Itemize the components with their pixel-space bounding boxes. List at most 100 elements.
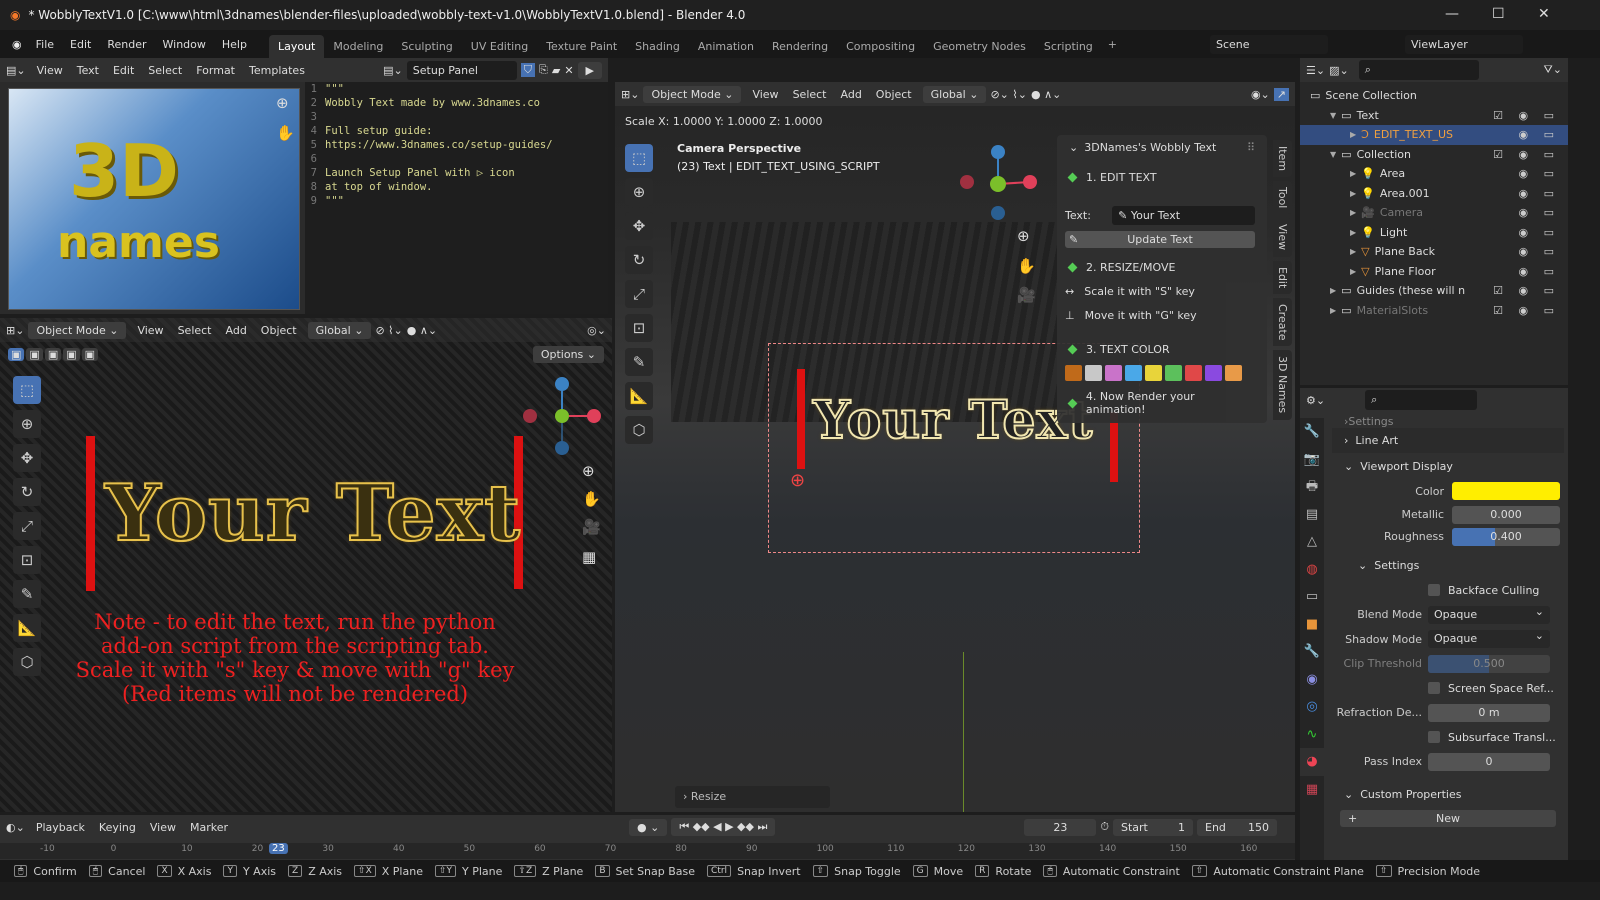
tab-compositing[interactable]: Compositing xyxy=(837,35,924,58)
menu-window[interactable]: Window xyxy=(155,38,214,51)
pass-index-field[interactable]: 0 xyxy=(1428,752,1550,771)
editor-type-icon[interactable]: ☰⌄ xyxy=(1306,64,1325,77)
current-frame-field[interactable]: 23 xyxy=(1024,818,1097,836)
outliner-item[interactable]: ▶ 💡 Area.001 ◉ ▭ xyxy=(1300,184,1568,204)
view-layer-selector[interactable]: ViewLayer xyxy=(1405,34,1523,54)
color-swatch-6[interactable] xyxy=(1185,365,1202,381)
world-tab-icon[interactable]: ◍ xyxy=(1300,556,1324,584)
rotate-tool[interactable]: ↻ xyxy=(625,246,653,274)
particles-tab-icon[interactable]: ◉ xyxy=(1300,666,1324,694)
text-file-selector[interactable]: Setup Panel xyxy=(406,60,517,80)
menu-add[interactable]: Add xyxy=(219,324,254,337)
left-viewport[interactable]: ⊞⌄ Object Mode ⌄ View Select Add Object Glo… xyxy=(0,318,612,812)
menu-select[interactable]: Select xyxy=(141,64,189,77)
visibility-icon[interactable]: ◉⌄ xyxy=(1251,88,1270,101)
tab-layout[interactable]: Layout xyxy=(268,35,325,58)
color-swatch-1[interactable] xyxy=(1085,365,1102,381)
menu-file[interactable]: File xyxy=(28,38,62,51)
new-text-icon[interactable]: ⎘ xyxy=(539,63,548,77)
sidebar-tab-edit[interactable]: Edit xyxy=(1273,260,1292,294)
scale-tool[interactable]: ⤢ xyxy=(625,280,653,308)
collection-tab-icon[interactable]: ▭ xyxy=(1300,583,1324,611)
menu-object[interactable]: Object xyxy=(254,324,304,337)
subsurface-translucency-checkbox[interactable] xyxy=(1428,731,1440,744)
tab-texture-paint[interactable]: Texture Paint xyxy=(537,35,626,58)
select-intersect-icon[interactable]: ▣ xyxy=(81,348,99,361)
sidebar-tab-create[interactable]: Create xyxy=(1273,297,1292,347)
object-tab-icon[interactable]: ■ xyxy=(1300,611,1324,639)
color-swatch-2[interactable] xyxy=(1105,365,1122,381)
display-mode-icon[interactable]: ▨⌄ xyxy=(1329,64,1349,77)
text-type-icon[interactable]: ▤⌄ xyxy=(383,64,403,77)
current-frame-marker[interactable]: 23 xyxy=(268,843,288,854)
pan-hand-icon[interactable]: ✋ xyxy=(276,124,295,142)
clip-threshold-slider[interactable]: 0.500 xyxy=(1428,654,1550,673)
modifier-tab-icon[interactable]: 🔧 xyxy=(1300,638,1324,666)
expand-arrow-icon[interactable]: ▶ xyxy=(1350,130,1356,139)
viewport-color-field[interactable] xyxy=(1452,482,1560,501)
custom-properties-panel[interactable]: ⌄ Custom Properties xyxy=(1332,782,1564,807)
output-tab-icon[interactable]: 🖶 xyxy=(1300,473,1324,501)
settings-top-panel[interactable]: › Settings xyxy=(1332,414,1564,428)
visibility-icons[interactable]: ◉ ▭ xyxy=(1519,128,1561,141)
menu-edit[interactable]: Edit xyxy=(106,64,141,77)
visibility-icons[interactable]: ◉ ▭ xyxy=(1519,226,1561,239)
camera-view-icon[interactable]: 🎥 xyxy=(582,518,601,536)
tool-tab-icon[interactable]: 🔧 xyxy=(1300,418,1324,446)
text-input[interactable]: ✎ Your Text xyxy=(1112,205,1255,225)
visibility-icons[interactable]: ◉ ▭ xyxy=(1519,187,1561,200)
menu-templates[interactable]: Templates xyxy=(242,64,312,77)
sidebar-tab-item[interactable]: Item xyxy=(1273,140,1292,178)
timeline-ruler[interactable]: -10 0 10 20 30 40 50 60 70 80 90 100 110 120 130 140 150… xyxy=(0,843,1295,859)
options-dropdown[interactable]: Options ⌄ xyxy=(532,346,604,363)
menu-playback[interactable]: Playback xyxy=(29,821,92,834)
physics-tab-icon[interactable]: ◎ xyxy=(1300,693,1324,721)
rotate-tool[interactable]: ↻ xyxy=(13,478,41,506)
snap-icon[interactable]: ⊘ ⌇⌄ xyxy=(375,324,402,337)
sidebar-tab-3d-names[interactable]: 3D Names xyxy=(1273,350,1292,420)
outliner-search[interactable]: ⌕ xyxy=(1358,60,1479,80)
visibility-icons[interactable]: ◉ ▭ xyxy=(1519,167,1561,180)
drag-handle-icon[interactable]: ⠿ xyxy=(1247,141,1255,154)
blend-mode-dropdown[interactable]: Opaque xyxy=(1428,603,1550,624)
menu-object[interactable]: Object xyxy=(869,88,919,101)
add-cube-tool[interactable]: ⬡ xyxy=(13,648,41,676)
cursor-tool[interactable]: ⊕ xyxy=(13,410,41,438)
menu-view[interactable]: View xyxy=(30,64,70,77)
end-frame-field[interactable]: End 150 xyxy=(1197,818,1277,836)
expand-arrow-icon[interactable]: ▶ xyxy=(1350,247,1356,256)
navigation-gizmo[interactable] xyxy=(955,142,1045,232)
material-tab-icon[interactable]: ◕ xyxy=(1300,748,1324,776)
constraints-tab-icon[interactable]: ∿ xyxy=(1300,721,1324,749)
render-tab-icon[interactable]: 📷 xyxy=(1300,446,1324,474)
select-box-tool[interactable]: ⬚ xyxy=(13,376,41,404)
tab-modeling[interactable]: Modeling xyxy=(324,35,392,58)
annotate-tool[interactable]: ✎ xyxy=(13,580,41,608)
outliner-item[interactable]: ▼ ▭ Text ☑ ◉ ▭ xyxy=(1300,106,1568,126)
editor-type-icon[interactable]: ⊞⌄ xyxy=(6,324,24,337)
visibility-icons[interactable]: ◉ ▭ xyxy=(1519,265,1561,278)
cursor-tool[interactable]: ⊕ xyxy=(625,178,653,206)
measure-tool[interactable]: 📐 xyxy=(625,382,653,410)
select-invert-icon[interactable]: ▣ xyxy=(63,348,80,361)
gizmo-toggle-icon[interactable]: ↗ xyxy=(1273,87,1289,101)
menu-marker[interactable]: Marker xyxy=(183,821,235,834)
unlink-icon[interactable]: ✕ xyxy=(564,64,573,77)
scale-tool[interactable]: ⤢ xyxy=(13,512,41,540)
transform-tool[interactable]: ⊡ xyxy=(625,314,653,342)
scene-tab-icon[interactable]: △ xyxy=(1300,528,1324,556)
shield-icon[interactable]: ⛉ xyxy=(520,63,536,77)
viewport-display-panel[interactable]: ⌄ Viewport Display xyxy=(1332,455,1564,480)
scene-selector[interactable]: Scene xyxy=(1210,34,1328,54)
menu-text[interactable]: Text xyxy=(70,64,106,77)
add-workspace-button[interactable]: + xyxy=(1108,38,1117,51)
3d-text-object[interactable]: Your Text xyxy=(812,389,1093,452)
zoom-icon[interactable]: ⊕ xyxy=(582,462,595,480)
screen-space-refraction-checkbox[interactable] xyxy=(1428,682,1440,695)
add-cube-tool[interactable]: ⬡ xyxy=(625,416,653,444)
outliner-item[interactable]: ▼ ▭ Collection ☑ ◉ ▭ xyxy=(1300,145,1568,165)
close-button[interactable]: ✕ xyxy=(1538,6,1550,22)
metallic-slider[interactable]: 0.000 xyxy=(1452,505,1560,524)
sidebar-tab-view[interactable]: View xyxy=(1273,218,1292,257)
properties-search[interactable]: ⌕ xyxy=(1365,390,1478,410)
